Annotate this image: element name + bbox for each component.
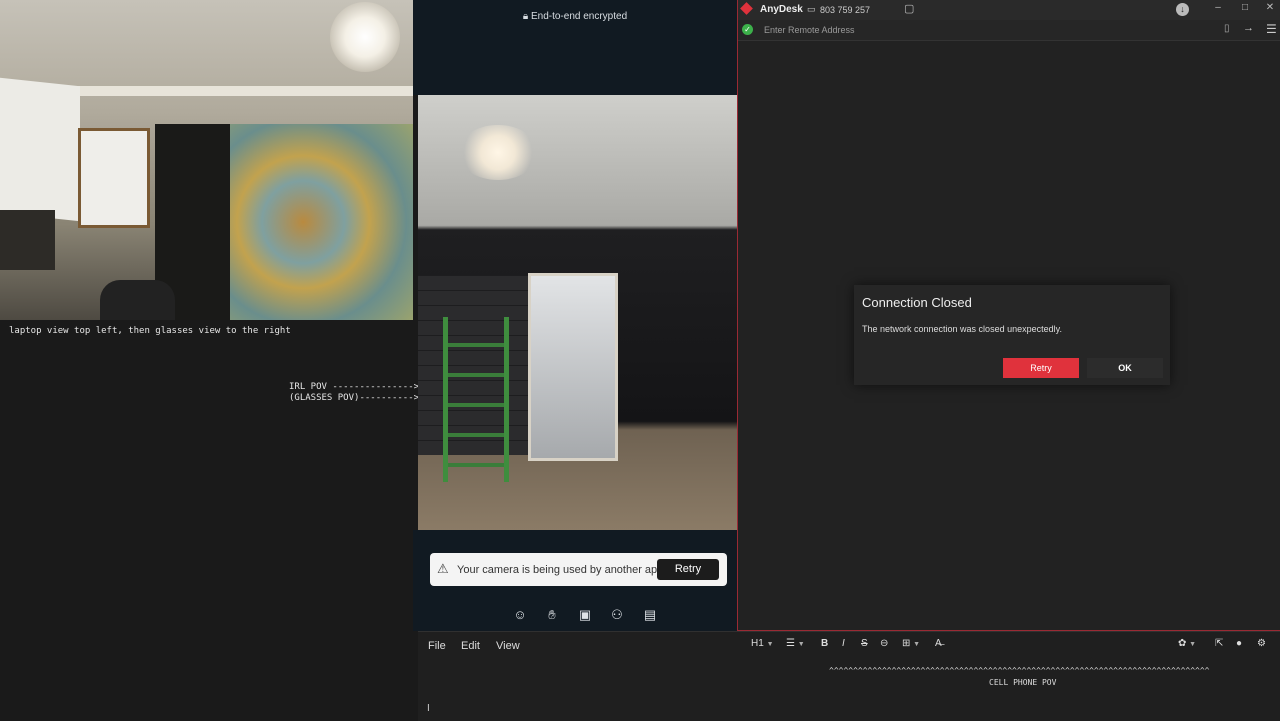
cell-phone-pov-label: CELL PHONE POV — [989, 678, 1057, 687]
table-dropdown[interactable]: ⊞ ▼ — [902, 638, 920, 649]
status-ok-icon: ✓ — [742, 24, 753, 35]
whiteboard — [78, 128, 150, 228]
dialog-retry-button[interactable]: Retry — [1003, 358, 1079, 378]
dialog-message: The network connection was closed unexpe… — [862, 324, 1062, 334]
list-icon: ☰ — [786, 638, 795, 649]
laptop-camera-view — [0, 0, 413, 320]
bold-icon[interactable]: B — [821, 638, 828, 649]
world-map — [230, 124, 413, 320]
share-icon[interactable]: ⇱ — [1215, 638, 1223, 649]
download-icon[interactable]: ↓ — [1176, 3, 1189, 16]
remote-address-input[interactable] — [762, 24, 1216, 36]
list-dropdown[interactable]: ☰ ▼ — [786, 638, 805, 649]
wall-calendar — [0, 77, 80, 222]
anydesk-brand: AnyDesk — [760, 4, 803, 15]
dialog-title: Connection Closed — [862, 295, 972, 310]
italic-icon[interactable]: I — [842, 638, 845, 649]
strikethrough-icon[interactable]: S — [861, 638, 868, 649]
copilot-dropdown[interactable]: ✿ ▼ — [1178, 638, 1196, 649]
glasses-pov-label: (GLASSES POV)----------> — [289, 393, 420, 403]
raise-hand-icon[interactable]: ✋︎ — [544, 607, 560, 623]
more-options-icon[interactable]: ▤ — [642, 607, 658, 623]
clear-format-icon[interactable]: A̶ — [935, 638, 942, 649]
encryption-label: End-to-end encrypted — [530, 11, 628, 22]
caret-line: ^^^^^^^^^^^^^^^^^^^^^^^^^^^^^^^^^^^^^^^^… — [829, 666, 1210, 675]
file-transfer-icon[interactable]: ▯ — [1224, 23, 1230, 34]
anydesk-address-id: 803 759 257 — [820, 5, 871, 15]
link-icon[interactable]: ⊖ — [880, 638, 888, 649]
settings-icon[interactable]: ⚙ — [1257, 638, 1266, 649]
share-screen-icon[interactable]: ▣ — [577, 607, 593, 623]
heading-dropdown[interactable]: H1 ▼ — [751, 638, 774, 649]
chevron-down-icon: ▼ — [1189, 641, 1197, 648]
hamburger-menu-icon[interactable]: ☰ — [1266, 22, 1277, 36]
connect-arrow-icon[interactable]: → — [1243, 22, 1254, 34]
ceiling-light — [458, 125, 538, 180]
menu-view[interactable]: View — [496, 640, 520, 652]
chevron-down-icon: ▼ — [913, 641, 921, 648]
emoji-icon[interactable]: ☺ — [512, 607, 528, 623]
green-ladder — [443, 317, 509, 482]
wall-shelf — [0, 210, 55, 270]
notes-editor[interactable] — [418, 631, 1280, 721]
chevron-down-icon: ▼ — [797, 641, 805, 648]
screen-icon[interactable]: ▢ — [904, 2, 914, 15]
menu-edit[interactable]: Edit — [461, 640, 480, 652]
ceiling-lamp — [330, 2, 400, 72]
office-chair — [100, 280, 175, 320]
table-icon: ⊞ — [902, 638, 911, 649]
minimize-icon[interactable]: – — [1210, 2, 1226, 13]
laptop-caption: laptop view top left, then glasses view … — [9, 326, 291, 336]
add-person-icon[interactable]: ⚇ — [609, 607, 625, 623]
monitor-icon: ▭ — [807, 4, 816, 14]
camera-notice-text: Your camera is being used by another app… — [457, 564, 667, 576]
irl-pov-label: IRL POV ---------------> — [289, 382, 420, 392]
text-cursor-icon: I — [427, 703, 430, 714]
warning-icon: ⚠ — [437, 561, 449, 576]
lit-doorway — [528, 273, 618, 461]
account-icon[interactable]: ● — [1236, 638, 1242, 649]
glasses-camera-view — [418, 95, 737, 530]
chevron-down-icon: ▼ — [766, 641, 774, 648]
maximize-icon[interactable]: □ — [1237, 2, 1253, 13]
lock-icon: 🔒︎ — [522, 11, 531, 22]
close-icon[interactable]: ✕ — [1262, 2, 1278, 13]
heading-label: H1 — [751, 638, 764, 649]
encryption-status: 🔒︎ End-to-end encrypted — [413, 11, 737, 22]
menu-file[interactable]: File — [428, 640, 446, 652]
copilot-icon: ✿ — [1178, 638, 1187, 649]
dialog-ok-button[interactable]: OK — [1087, 358, 1163, 378]
camera-retry-button[interactable]: Retry — [657, 559, 719, 580]
